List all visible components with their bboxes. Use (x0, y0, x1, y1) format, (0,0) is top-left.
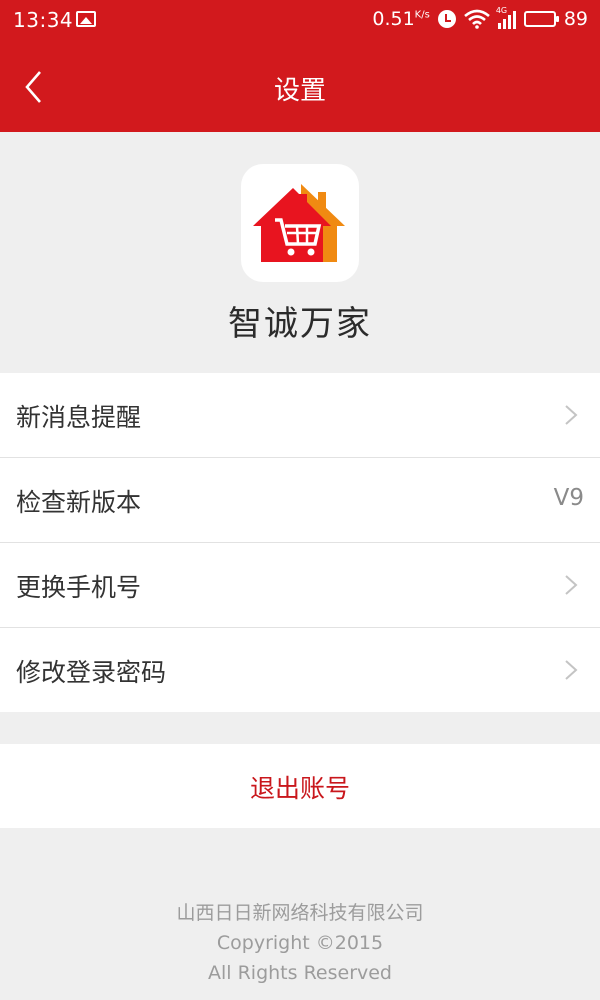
logout-button[interactable]: 退出账号 (0, 744, 600, 828)
image-notification-icon (76, 11, 96, 27)
menu-item-label: 新消息提醒 (16, 403, 142, 432)
battery-percent: 89 (563, 8, 588, 30)
status-time: 13:34 (13, 8, 74, 32)
menu-item-label: 检查新版本 (16, 488, 142, 517)
menu-item-label: 更换手机号 (16, 573, 142, 602)
settings-menu: 新消息提醒 检查新版本 V9 更换手机号 修改登录密码 (0, 373, 600, 712)
network-type-label: 4G (495, 6, 508, 15)
cellular-signal-icon: 4G (495, 6, 516, 29)
alarm-icon (437, 10, 456, 28)
chevron-right-icon (565, 405, 578, 425)
company-name: 山西日日新网络科技有限公司 (176, 902, 424, 924)
app-logo (241, 164, 359, 282)
menu-item-new-message-notification[interactable]: 新消息提醒 (0, 373, 600, 458)
app-logo-icon (253, 184, 345, 262)
footer: 山西日日新网络科技有限公司 Copyright ©2015 All Rights… (0, 898, 600, 988)
menu-item-check-version[interactable]: 检查新版本 V9 (0, 458, 600, 543)
network-speed-value: 0.51 (372, 8, 415, 30)
network-speed-unit: K/s (414, 9, 430, 21)
header: 设置 (0, 40, 600, 132)
page-title: 设置 (273, 76, 326, 106)
network-speed: 0.51K/s (372, 8, 429, 30)
logout-label: 退出账号 (249, 774, 350, 803)
rights-text: All Rights Reserved (208, 962, 392, 984)
chevron-right-icon (565, 660, 578, 680)
wifi-icon (463, 9, 490, 29)
chevron-right-icon (565, 575, 578, 595)
battery-icon (523, 11, 559, 27)
menu-item-label: 修改登录密码 (16, 658, 167, 687)
copyright-text: Copyright ©2015 (216, 932, 384, 954)
menu-item-change-password[interactable]: 修改登录密码 (0, 628, 600, 712)
app-name: 智诚万家 (228, 304, 372, 344)
status-bar: 13:34 0.51K/s 4G 89 (0, 0, 600, 40)
menu-item-change-phone[interactable]: 更换手机号 (0, 543, 600, 628)
status-icons: 0.51K/s 4G 89 (372, 6, 588, 30)
version-value: V9 (553, 485, 584, 511)
